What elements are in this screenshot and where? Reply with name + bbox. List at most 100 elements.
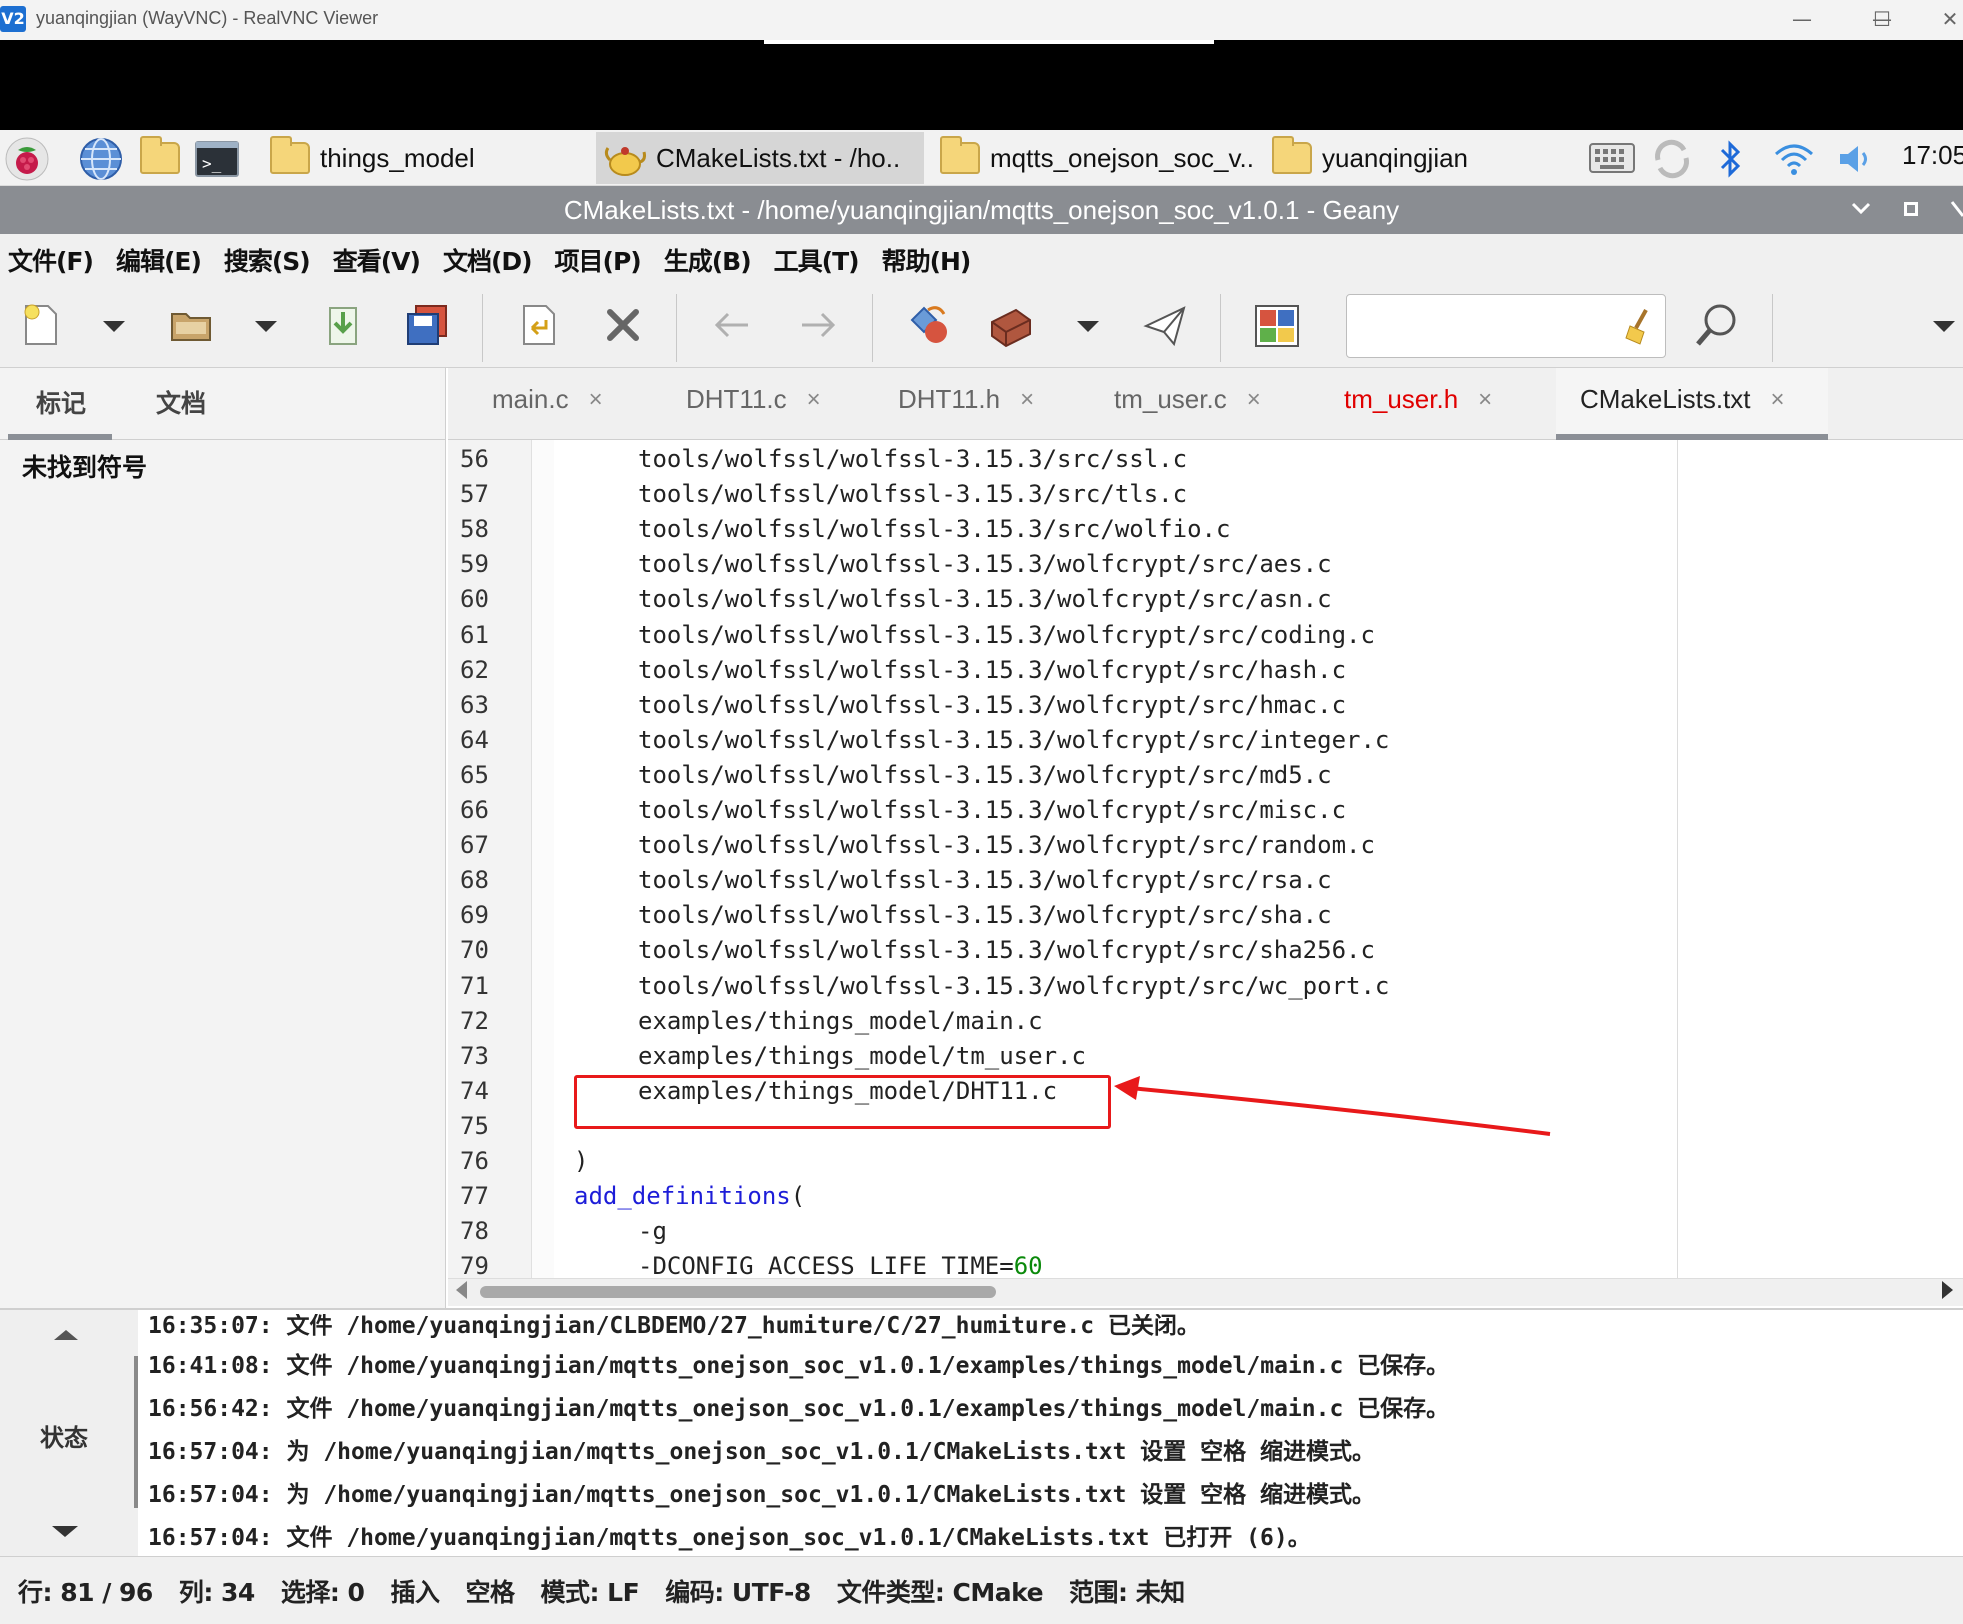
search-icon[interactable]: [1692, 300, 1742, 350]
code-line[interactable]: 67 tools/wolfssl/wolfssl-3.15.3/wolfcrypt…: [448, 828, 1948, 863]
open-file-icon[interactable]: [166, 300, 216, 350]
close-tab-icon[interactable]: ×: [1020, 386, 1034, 414]
keyboard-icon[interactable]: [1588, 140, 1636, 176]
code-line[interactable]: 73 examples/things_model/tm_user.c: [448, 1039, 1948, 1074]
new-file-icon[interactable]: [16, 300, 66, 350]
minimize-button-2[interactable]: —: [1782, 4, 1822, 34]
navigate-forward-icon[interactable]: [792, 300, 842, 350]
menu-edit[interactable]: 编辑(E): [108, 242, 216, 278]
menu-document[interactable]: 文档(D): [435, 242, 547, 278]
maximize-icon[interactable]: [1904, 202, 1918, 216]
code-line[interactable]: 56 tools/wolfssl/wolfssl-3.15.3/src/ssl.c: [448, 442, 1948, 477]
file-manager-launcher[interactable]: [132, 132, 188, 184]
line-number: 73: [460, 1041, 489, 1070]
tab-cmakelists-txt[interactable]: CMakeLists.txt ×: [1580, 384, 1785, 415]
scroll-left-icon[interactable]: [456, 1281, 467, 1299]
taskbar-item-things-model[interactable]: things_model: [262, 132, 483, 184]
raspberry-menu-icon[interactable]: [4, 136, 50, 182]
line-number: 74: [460, 1076, 489, 1105]
color-chooser-icon[interactable]: [1252, 300, 1302, 350]
scroll-right-icon[interactable]: [1942, 1281, 1953, 1299]
save-icon[interactable]: [318, 300, 368, 350]
menu-help[interactable]: 帮助(H): [874, 242, 986, 278]
code-line[interactable]: 63 tools/wolfssl/wolfssl-3.15.3/wolfcrypt…: [448, 688, 1948, 723]
menu-view[interactable]: 查看(V): [325, 242, 435, 278]
clear-search-icon[interactable]: [1622, 306, 1658, 346]
status-filetype: 文件类型: CMake: [836, 1577, 1044, 1607]
tab-tm-user-c[interactable]: tm_user.c ×: [1114, 384, 1261, 415]
close-icon[interactable]: [1950, 200, 1963, 220]
code-line[interactable]: 70 tools/wolfssl/wolfssl-3.15.3/wolfcrypt…: [448, 933, 1948, 968]
close-file-icon[interactable]: [598, 300, 648, 350]
search-input[interactable]: [1346, 294, 1666, 358]
scrollbar-thumb[interactable]: [480, 1286, 996, 1298]
line-number: 63: [460, 690, 489, 719]
code-text: tools/wolfssl/wolfssl-3.15.3/wolfcrypt/s…: [638, 760, 1332, 789]
maximize-button[interactable]: ☐: [1862, 4, 1902, 34]
code-line[interactable]: 77 add_definitions(: [448, 1179, 1948, 1214]
navigate-back-icon[interactable]: [708, 300, 758, 350]
close-tab-icon[interactable]: ×: [589, 386, 603, 414]
revert-icon[interactable]: [514, 300, 564, 350]
terminal-icon[interactable]: >_: [194, 136, 240, 182]
code-line[interactable]: 59 tools/wolfssl/wolfssl-3.15.3/wolfcrypt…: [448, 547, 1948, 582]
code-line[interactable]: 68 tools/wolfssl/wolfssl-3.15.3/wolfcrypt…: [448, 863, 1948, 898]
bluetooth-icon[interactable]: [1716, 138, 1746, 180]
close-tab-icon[interactable]: ×: [1771, 386, 1785, 414]
menu-project[interactable]: 项目(P): [547, 242, 656, 278]
tab-symbols[interactable]: 标记: [36, 384, 86, 420]
code-line[interactable]: 66 tools/wolfssl/wolfssl-3.15.3/wolfcrypt…: [448, 793, 1948, 828]
code-line[interactable]: 76): [448, 1144, 1948, 1179]
tab-tm-user-h[interactable]: tm_user.h ×: [1344, 384, 1492, 415]
tab-label: DHT11.c: [686, 384, 787, 414]
code-line[interactable]: 60 tools/wolfssl/wolfssl-3.15.3/wolfcrypt…: [448, 582, 1948, 617]
save-all-icon[interactable]: [402, 300, 452, 350]
menu-tools[interactable]: 工具(T): [766, 242, 874, 278]
code-line[interactable]: 69 tools/wolfssl/wolfssl-3.15.3/wolfcrypt…: [448, 898, 1948, 933]
tab-documents[interactable]: 文档: [156, 384, 206, 420]
code-line[interactable]: 65 tools/wolfssl/wolfssl-3.15.3/wolfcrypt…: [448, 758, 1948, 793]
close-tab-icon[interactable]: ×: [1247, 386, 1261, 414]
execute-icon[interactable]: [1140, 300, 1190, 350]
new-file-dropdown-icon[interactable]: [103, 321, 125, 332]
toolbar-overflow-icon[interactable]: [1933, 321, 1955, 332]
code-line[interactable]: 58 tools/wolfssl/wolfssl-3.15.3/src/wolfi…: [448, 512, 1948, 547]
taskbar-item-yuanqingjian[interactable]: yuanqingjian: [1264, 132, 1476, 184]
code-line[interactable]: 61 tools/wolfssl/wolfssl-3.15.3/wolfcrypt…: [448, 618, 1948, 653]
menu-file[interactable]: 文件(F): [0, 242, 108, 278]
close-tab-icon[interactable]: ×: [807, 386, 821, 414]
clock[interactable]: 17:05: [1902, 140, 1963, 171]
build-dropdown-icon[interactable]: [1077, 321, 1099, 332]
wifi-icon[interactable]: [1772, 138, 1816, 180]
code-text: tools/wolfssl/wolfssl-3.15.3/wolfcrypt/s…: [638, 655, 1347, 684]
tab-dht11-h[interactable]: DHT11.h ×: [898, 384, 1034, 415]
build-icon[interactable]: [986, 300, 1036, 350]
number-literal: 60: [1013, 1252, 1043, 1281]
menu-search[interactable]: 搜索(S): [216, 242, 325, 278]
tab-main-c[interactable]: main.c ×: [492, 384, 603, 415]
tab-label: DHT11.h: [898, 384, 1001, 414]
volume-icon[interactable]: [1836, 142, 1876, 176]
taskbar-item-mqtts[interactable]: mqtts_onejson_soc_v..: [932, 132, 1262, 184]
status-bar: 行: 81 / 96 列: 34 选择: 0 插入 空格 模式: LF 编码: …: [0, 1556, 1963, 1624]
open-file-dropdown-icon[interactable]: [255, 321, 277, 332]
code-line[interactable]: 71 tools/wolfssl/wolfssl-3.15.3/wolfcrypt…: [448, 969, 1948, 1004]
close-tab-icon[interactable]: ×: [1478, 386, 1492, 414]
line-number: 64: [460, 725, 489, 754]
chevron-down-icon[interactable]: [1850, 200, 1872, 216]
tab-status[interactable]: 状态: [40, 1418, 88, 1453]
code-line[interactable]: 62 tools/wolfssl/wolfssl-3.15.3/wolfcrypt…: [448, 653, 1948, 688]
compile-icon[interactable]: [904, 300, 954, 350]
menu-build[interactable]: 生成(B): [656, 242, 766, 278]
sync-icon[interactable]: [1650, 138, 1694, 180]
close-button[interactable]: ✕: [1930, 4, 1963, 34]
code-line[interactable]: 72 examples/things_model/main.c: [448, 1004, 1948, 1039]
code-line[interactable]: 78 -g: [448, 1214, 1948, 1249]
code-line[interactable]: 64 tools/wolfssl/wolfssl-3.15.3/wolfcrypt…: [448, 723, 1948, 758]
scroll-down-icon[interactable]: [52, 1526, 78, 1537]
tab-dht11-c[interactable]: DHT11.c ×: [686, 384, 821, 415]
taskbar-item-geany[interactable]: CMakeLists.txt - /ho..: [596, 132, 924, 184]
web-browser-icon[interactable]: [78, 136, 124, 182]
scroll-up-icon[interactable]: [54, 1330, 78, 1340]
code-line[interactable]: 57 tools/wolfssl/wolfssl-3.15.3/src/tls.c: [448, 477, 1948, 512]
